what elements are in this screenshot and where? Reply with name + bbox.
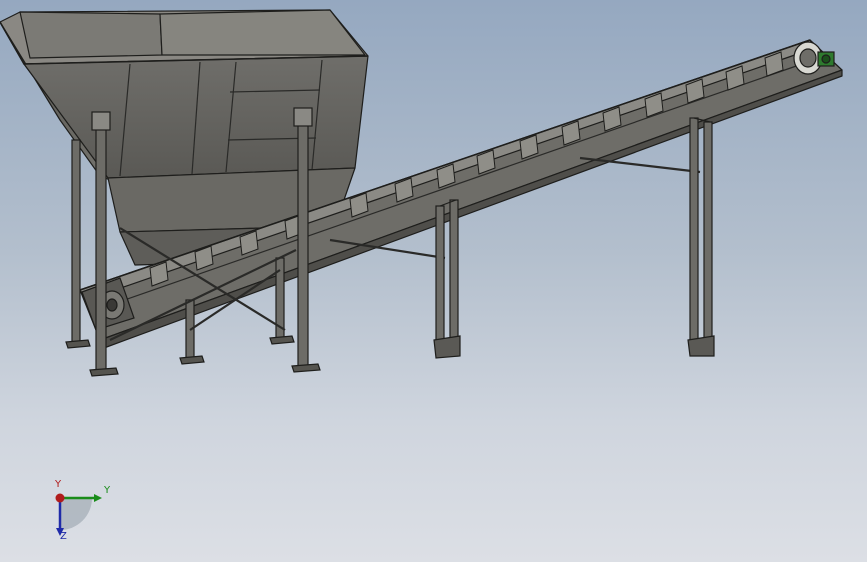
triad-origin-dot	[55, 493, 65, 503]
support-frame-middle[interactable]	[433, 199, 461, 359]
orientation-triad: Y Y Z	[40, 478, 120, 548]
triad-label-z: Z	[60, 531, 67, 542]
triad-plane	[60, 498, 92, 530]
graphics-area[interactable]: Y Y Z	[0, 0, 867, 562]
triad-arrow-y-right	[94, 494, 102, 502]
triad-label-y-top: Y	[55, 479, 62, 490]
cad-model[interactable]	[0, 0, 867, 562]
support-frame-rear[interactable]	[687, 117, 715, 357]
triad-label-y-right: Y	[104, 485, 111, 496]
